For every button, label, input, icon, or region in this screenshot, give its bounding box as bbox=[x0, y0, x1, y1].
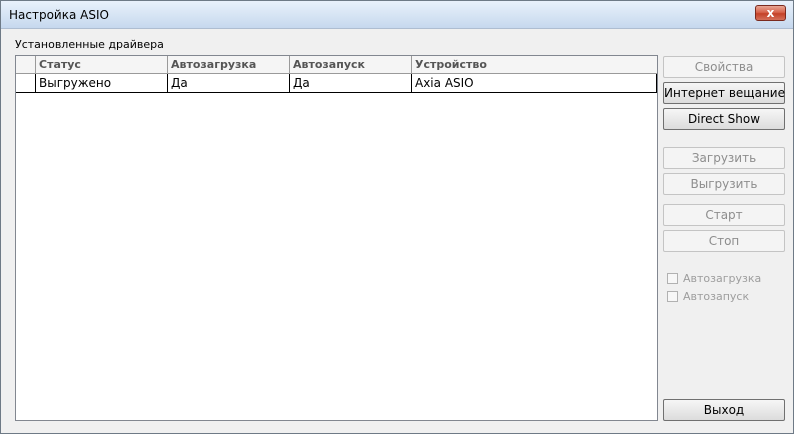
asio-settings-window: Настройка ASIO x Установленные драйвера … bbox=[0, 0, 794, 434]
direct-show-button[interactable]: Direct Show bbox=[663, 108, 785, 130]
drivers-table[interactable]: Статус Автозагрузка Автозапуск Устройств… bbox=[15, 55, 658, 421]
row-selector[interactable] bbox=[16, 74, 36, 92]
start-button[interactable]: Старт bbox=[663, 204, 785, 226]
column-header-autostart[interactable]: Автозапуск bbox=[290, 56, 412, 74]
close-icon: x bbox=[766, 6, 775, 20]
autostart-checkbox-label: Автозапуск bbox=[683, 290, 750, 303]
cell-device: Axia ASIO bbox=[412, 74, 657, 92]
load-button[interactable]: Загрузить bbox=[663, 147, 785, 169]
autoload-checkbox-label: Автозагрузка bbox=[683, 272, 762, 285]
stop-button[interactable]: Стоп bbox=[663, 230, 785, 252]
properties-button[interactable]: Свойства bbox=[663, 56, 785, 78]
cell-autostart: Да bbox=[290, 74, 412, 92]
installed-drivers-label: Установленные драйвера bbox=[15, 38, 164, 51]
column-header-status[interactable]: Статус bbox=[36, 56, 168, 74]
column-header-device[interactable]: Устройство bbox=[412, 56, 657, 74]
unload-button[interactable]: Выгрузить bbox=[663, 173, 785, 195]
table-header: Статус Автозагрузка Автозапуск Устройств… bbox=[16, 56, 657, 74]
autostart-checkbox-box[interactable] bbox=[667, 291, 678, 302]
exit-button[interactable]: Выход bbox=[663, 399, 785, 421]
autoload-checkbox-box[interactable] bbox=[667, 273, 678, 284]
close-button[interactable]: x bbox=[755, 5, 786, 21]
column-header-autoload[interactable]: Автозагрузка bbox=[168, 56, 290, 74]
table-row[interactable]: Выгружено Да Да Axia ASIO bbox=[16, 74, 657, 93]
internet-broadcast-button[interactable]: Интернет вещание bbox=[663, 82, 785, 104]
row-selector-header bbox=[16, 56, 36, 74]
cell-status: Выгружено bbox=[36, 74, 168, 92]
cell-autoload: Да bbox=[168, 74, 290, 92]
title-bar[interactable]: Настройка ASIO x bbox=[1, 1, 793, 29]
window-title: Настройка ASIO bbox=[9, 8, 109, 22]
